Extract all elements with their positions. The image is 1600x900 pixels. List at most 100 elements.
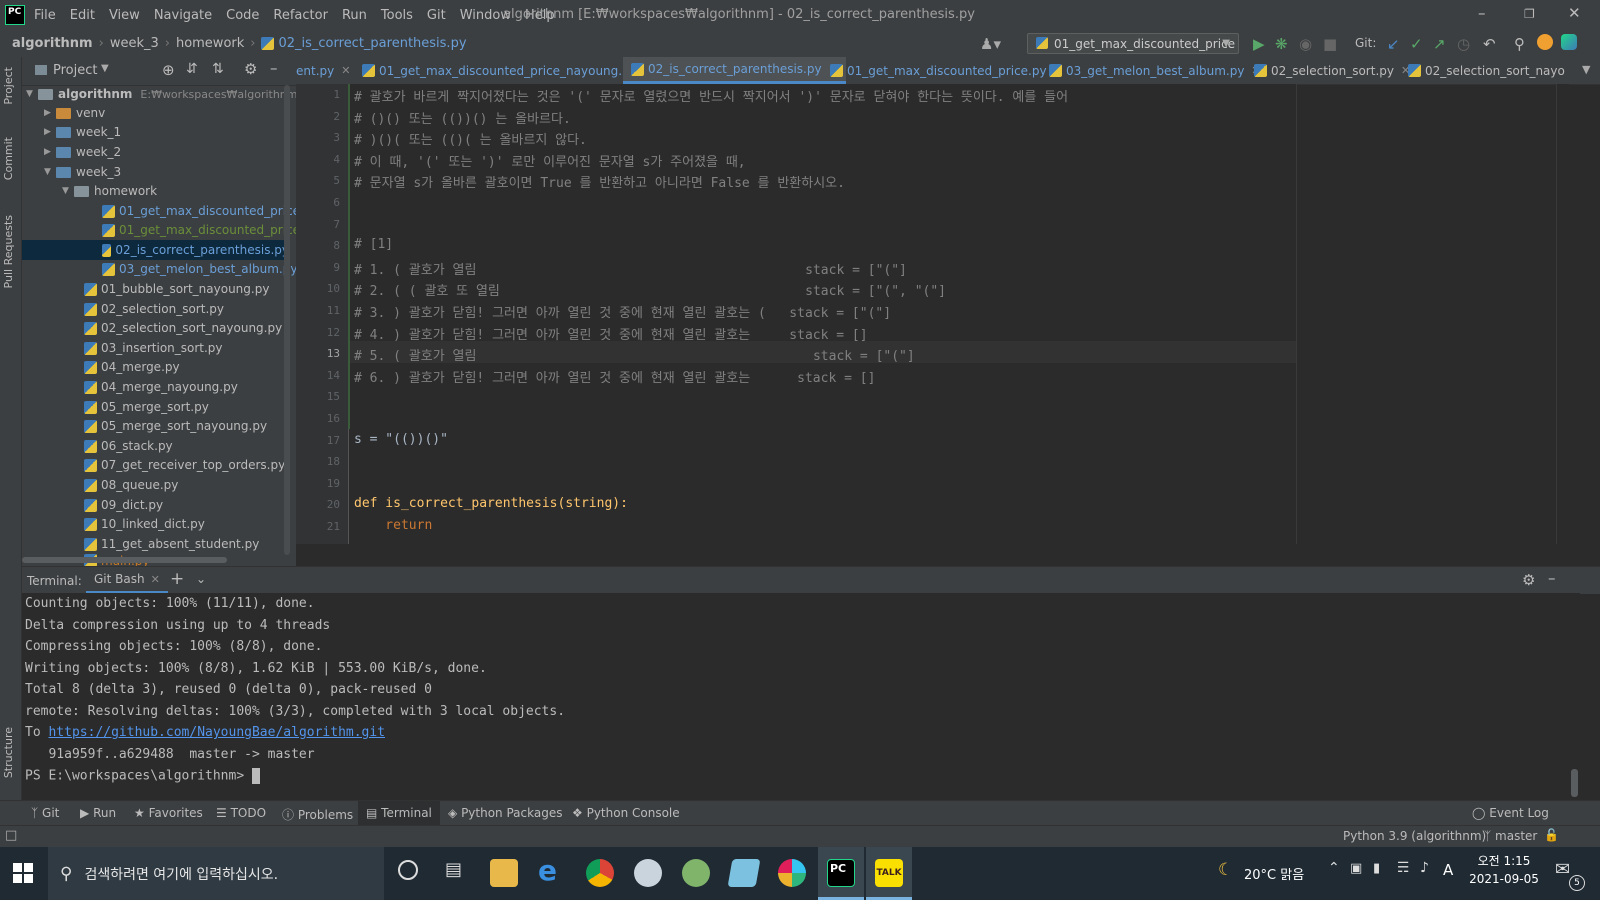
hide-icon[interactable]: – [270,59,278,77]
close-icon[interactable]: ✕ [151,573,160,586]
gear-icon[interactable]: ⚙ [244,60,257,78]
user-icon[interactable]: ♟▾ [980,35,1001,53]
tree-item-file-selected[interactable]: 02_is_correct_parenthesis.py [22,240,289,260]
project-vertical-scrollbar[interactable] [284,85,290,555]
battery-icon[interactable]: ▮ [1373,861,1380,876]
tool-tab-problems[interactable]: ⓘ Problems [282,806,353,823]
minimize-icon[interactable]: – [1478,4,1486,22]
terminal-prompt-line[interactable]: PS E:\workspaces\algorithnm> [25,768,260,784]
project-view-select[interactable]: Project [53,63,97,78]
expand-all-icon[interactable]: ⇵ [186,61,198,77]
debug-icon[interactable]: ❋ [1275,35,1288,53]
tool-tab-favorites[interactable]: ★ Favorites [134,806,203,820]
menu-file[interactable]: File [34,8,56,23]
tab-selection-sort[interactable]: 02_selection_sort.py ✕ [1254,57,1410,84]
terminal-output[interactable]: Counting objects: 100% (11/11), done. De… [22,593,1568,800]
volume-icon[interactable]: ♪ [1420,860,1429,876]
file-explorer-icon[interactable] [490,859,518,887]
menu-tools[interactable]: Tools [381,8,413,23]
tab-melon-best-album[interactable]: 03_get_melon_best_album.py✕ [1049,57,1261,84]
tree-item-file[interactable]: 10_linked_dict.py [84,514,205,534]
tree-item-file[interactable]: 11_get_absent_student.py [84,534,259,554]
slack-icon[interactable] [778,859,806,887]
tool-tab-python-packages[interactable]: ◈ Python Packages [448,806,562,820]
tool-tab-project[interactable]: Project [2,67,15,105]
tool-tab-run[interactable]: ▶ Run [80,806,116,820]
clock[interactable]: 오전 1:15 2021-09-05 [1464,852,1544,886]
chevron-down-icon[interactable]: ⌄ [196,572,206,586]
tree-item-homework[interactable]: ▼ homework [62,181,157,201]
tool-tab-python-console[interactable]: ❖ Python Console [572,806,680,820]
meet-now-icon[interactable]: ▣ [1350,861,1362,876]
tree-item-file[interactable]: 03_insertion_sort.py [84,338,223,358]
network-icon[interactable]: ☴ [1397,860,1410,876]
tree-item-venv[interactable]: ▶ venv [44,103,105,123]
chevron-up-icon[interactable]: ⌃ [1328,860,1340,876]
run-icon[interactable]: ▶ [1253,35,1265,53]
weather-text[interactable]: 20°C 맑음 [1244,864,1304,883]
editor-vertical-scrollbar[interactable] [1556,84,1569,544]
git-push-icon[interactable]: ↗ [1433,35,1446,53]
windows-start-icon[interactable] [13,863,33,883]
close-icon[interactable]: ✕ [341,64,350,77]
menu-edit[interactable]: Edit [70,8,95,23]
tree-item-file[interactable]: 08_queue.py [84,475,178,495]
menu-code[interactable]: Code [226,8,259,23]
taskbar-search-box[interactable]: ⚲ 검색하려면 여기에 입력하십시오. [48,847,384,900]
gear-icon[interactable]: ⚙ [1522,571,1535,589]
add-icon[interactable]: + [170,569,184,589]
task-view-icon[interactable]: ▤ [445,859,462,880]
drawing-app-icon[interactable] [682,859,710,887]
notification-center-icon[interactable]: ✉ [1555,859,1570,880]
collapse-all-icon[interactable]: ⇅ [212,61,224,77]
tool-tab-pull-requests[interactable]: Pull Requests [2,215,15,288]
stop-icon[interactable]: ■ [1323,35,1337,53]
search-icon[interactable]: ⚲ [1514,35,1525,53]
tab-ent[interactable]: ent.py ✕ [296,57,350,84]
tool-tab-todo[interactable]: ☰ TODO [216,806,266,820]
internet-explorer-icon[interactable]: e [538,854,566,887]
tree-item-file[interactable]: 07_get_receiver_top_orders.py [84,455,285,475]
tab-is-correct-parenthesis[interactable]: 02_is_correct_parenthesis.py✕ [623,57,846,84]
chrome-icon[interactable] [586,859,614,887]
tree-item-file[interactable]: 04_merge_nayoung.py [84,377,238,397]
maximize-icon[interactable]: ❐ [1524,7,1535,21]
menu-run[interactable]: Run [342,8,367,23]
history-icon[interactable]: ◷ [1457,35,1470,53]
event-log-button[interactable]: ◯ Event Log [1472,806,1549,820]
interpreter-selector[interactable]: Python 3.9 (algorithnm) [1343,829,1486,843]
tree-item-file[interactable]: 06_stack.py [84,436,173,456]
menu-view[interactable]: View [109,8,140,23]
tab-max-discounted-nayoung[interactable]: 01_get_max_discounted_price_nayoung.py✕ [362,57,653,84]
update-icon[interactable] [1537,34,1553,50]
notes-app-icon[interactable] [727,859,761,887]
breadcrumb-file[interactable]: 02_is_correct_parenthesis.py [278,36,466,51]
coverage-icon[interactable]: ◉ [1299,35,1312,53]
tree-item-file[interactable]: 04_merge.py [84,357,180,377]
tree-item-file[interactable]: 05_merge_sort.py [84,397,209,417]
tool-tab-commit[interactable]: Commit [2,137,15,180]
git-commit-icon[interactable]: ✓ [1410,35,1423,53]
project-horizontal-scrollbar[interactable] [22,557,227,563]
chevron-down-icon[interactable]: ▼ [101,63,109,74]
tree-item-file[interactable]: 02_selection_sort.py [84,299,224,319]
hide-icon[interactable]: – [1548,569,1556,587]
run-configuration-select[interactable]: 01_get_max_discounted_price ▼ [1027,33,1239,54]
tree-item-week2[interactable]: ▶ week_2 [44,142,121,162]
tool-tab-git[interactable]: ᛉ Git [31,806,59,820]
plugin-icon[interactable] [1561,34,1577,50]
tree-item-file[interactable]: 09_dict.py [84,495,163,515]
locate-icon[interactable]: ⊕ [162,61,175,79]
paint-icon[interactable] [634,859,662,887]
git-branch-widget[interactable]: ᛉ master [1484,829,1537,843]
git-update-icon[interactable]: ↙ [1387,35,1400,53]
tree-item-file[interactable]: 03_get_melon_best_album.py [102,259,297,279]
weather-moon-icon[interactable]: ☾ [1218,860,1233,880]
tree-item-file[interactable]: 05_merge_sort_nayoung.py [84,416,267,436]
menu-navigate[interactable]: Navigate [154,8,212,23]
menu-refactor[interactable]: Refactor [273,8,328,23]
breadcrumb-week3[interactable]: week_3 [110,36,159,51]
toggle-tool-windows-icon[interactable]: □ [5,828,17,843]
terminal-tab-git-bash[interactable]: Git Bash ✕ [86,567,168,594]
breadcrumb-homework[interactable]: homework [176,36,244,51]
